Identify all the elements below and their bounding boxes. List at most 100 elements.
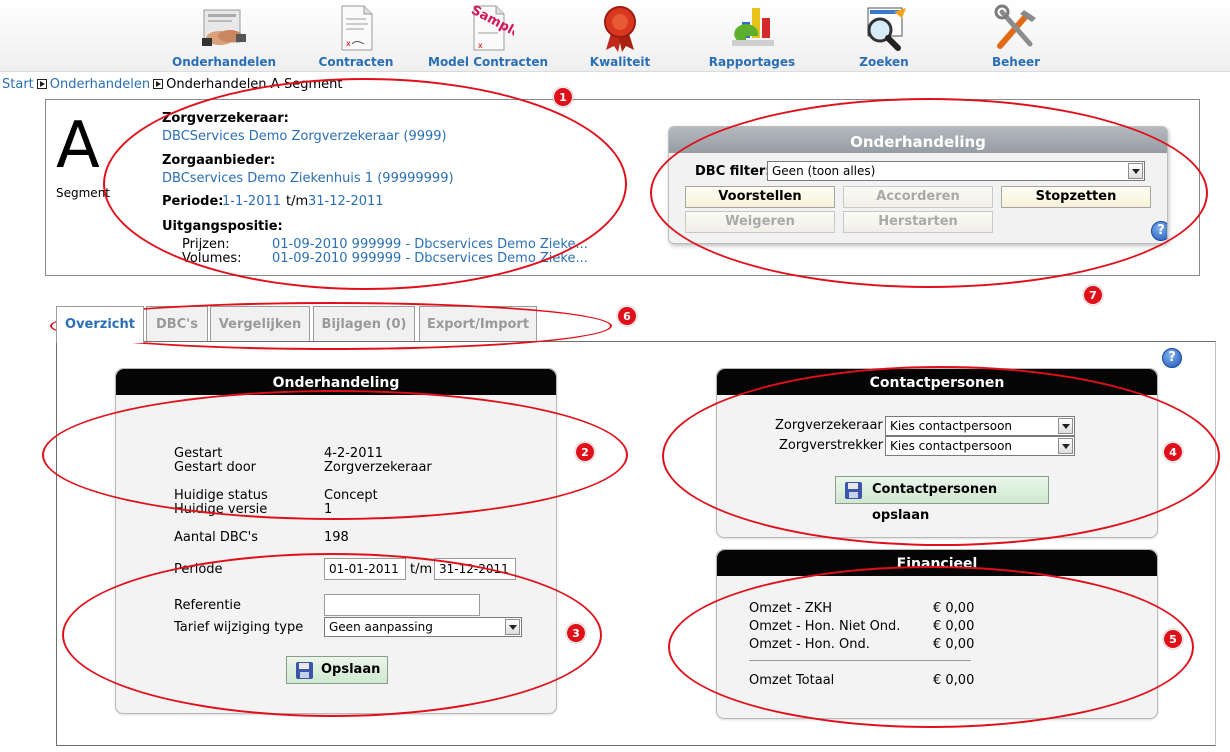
nav-contracten[interactable]: x Contracten: [316, 4, 396, 69]
annotation-marker-7: 7: [1083, 285, 1103, 305]
periode-separator: t/m: [286, 194, 309, 209]
zorgverzekeraar-contact-select[interactable]: Kies contactpersoon: [885, 416, 1075, 436]
zorgverzekeraar-label: Zorgverzekeraar:: [162, 111, 289, 126]
negotiation-header: A Segment Zorgverzekeraar: DBCServices D…: [45, 99, 1200, 276]
total-divider: [749, 660, 971, 661]
tarief-wijziging-label: Tarief wijziging type: [174, 620, 304, 635]
omzet-hon-niet-ond-label: Omzet - Hon. Niet Ond.: [749, 619, 901, 634]
panel-title: Contactpersonen: [717, 369, 1157, 395]
versie-value: 1: [324, 502, 333, 517]
stopzetten-button[interactable]: Stopzetten: [1001, 186, 1151, 208]
chevron-down-icon: [1058, 418, 1073, 434]
zorgverstrekker-contact-value: Kies contactpersoon: [890, 439, 1013, 453]
financieel-panel: Financieel Omzet - ZKH € 0,00 Omzet - Ho…: [716, 549, 1158, 719]
zorgaanbieder-link[interactable]: DBCservices Demo Ziekenhuis 1 (99999999): [162, 171, 454, 186]
chevron-down-icon: [505, 619, 520, 635]
zorgaanbieder-label: Zorgaanbieder:: [162, 153, 276, 168]
zorgverzekeraar-link[interactable]: DBCServices Demo Zorgverzekeraar (9999): [162, 129, 447, 144]
chevron-down-icon: [1058, 438, 1073, 454]
accorderen-button[interactable]: Accorderen: [843, 186, 993, 208]
tab-dbcs[interactable]: DBC's: [146, 306, 208, 342]
periode-from-input[interactable]: 01-01-2011: [324, 558, 406, 580]
periode-label: Periode:: [162, 194, 224, 209]
nav-zoeken[interactable]: Zoeken: [856, 4, 912, 69]
annotation-marker-4: 4: [1163, 442, 1183, 462]
referentie-input[interactable]: [324, 594, 480, 616]
segment-word: Segment: [56, 186, 110, 200]
segment-letter: A: [56, 109, 100, 183]
document-icon: x: [330, 4, 382, 52]
gestart-label: Gestart: [174, 446, 223, 461]
zorgverstrekker-label: Zorgverstrekker: [779, 438, 884, 453]
magnifier-icon: [858, 4, 910, 52]
save-icon: [296, 662, 313, 679]
nav-onderhandelen[interactable]: Onderhandelen: [172, 4, 276, 69]
save-icon: [845, 482, 862, 499]
help-icon[interactable]: ?: [1162, 348, 1182, 368]
periode-to-link[interactable]: 31-12-2011: [308, 194, 384, 209]
omzet-hon-niet-ond-value: € 0,00: [933, 619, 975, 634]
help-icon[interactable]: ?: [1151, 221, 1167, 241]
uitgangspositie-label: Uitgangspositie:: [162, 219, 283, 234]
nav-label: Onderhandelen: [172, 55, 277, 69]
breadcrumb-onderhandelen-link[interactable]: Onderhandelen: [50, 77, 150, 92]
dbc-filter-label: DBC filter:: [695, 164, 771, 179]
annotation-marker-3: 3: [566, 623, 586, 643]
zorgverzekeraar-label: Zorgverzekeraar: [775, 418, 883, 433]
svg-text:x: x: [346, 39, 351, 48]
nav-label: Model Contracten: [428, 55, 549, 69]
nav-model-contracten[interactable]: x Sample Model Contracten: [428, 3, 549, 69]
gestart-door-label: Gestart door: [174, 460, 256, 475]
annotation-marker-5: 5: [1163, 629, 1183, 649]
opslaan-label: Opslaan: [321, 662, 381, 677]
omzet-totaal-value: € 0,00: [933, 673, 975, 688]
periode-separator: t/m: [410, 562, 433, 577]
top-navigation: Onderhandelen x Contracten x Sample Mode…: [0, 0, 1230, 72]
nav-kwaliteit[interactable]: Kwaliteit: [586, 4, 654, 69]
tab-overzicht[interactable]: Overzicht: [56, 306, 144, 343]
omzet-hon-ond-label: Omzet - Hon. Ond.: [749, 637, 870, 652]
prijzen-link[interactable]: 01-09-2010 999999 - Dbcservices Demo Zie…: [272, 237, 588, 252]
weigeren-button[interactable]: Weigeren: [685, 211, 835, 233]
tools-icon: [990, 4, 1042, 52]
tarief-wijziging-select[interactable]: Geen aanpassing: [324, 617, 522, 637]
omzet-zkh-label: Omzet - ZKH: [749, 601, 832, 616]
status-value: Concept: [324, 488, 378, 503]
prijzen-label: Prijzen:: [182, 237, 230, 252]
dbc-filter-value: Geen (toon alles): [772, 164, 876, 178]
nav-label: Rapportages: [708, 55, 796, 69]
omzet-totaal-label: Omzet Totaal: [749, 673, 835, 688]
annotation-marker-6: 6: [617, 306, 637, 326]
nav-label: Kwaliteit: [589, 55, 651, 69]
zorgverstrekker-contact-select[interactable]: Kies contactpersoon: [885, 436, 1075, 456]
tab-vergelijken[interactable]: Vergelijken: [210, 306, 310, 342]
volumes-link[interactable]: 01-09-2010 999999 - Dbcservices Demo Zie…: [272, 251, 588, 266]
tab-bijlagen[interactable]: Bijlagen (0): [313, 306, 415, 342]
tab-export-import[interactable]: Export/Import: [419, 306, 537, 342]
breadcrumb-arrow-icon: [36, 79, 47, 89]
nav-rapportages[interactable]: Rapportages: [708, 4, 796, 69]
nav-label: Zoeken: [859, 55, 909, 69]
annotation-marker-1: 1: [553, 87, 573, 107]
nav-beheer[interactable]: Beheer: [988, 4, 1044, 69]
chart-report-icon: [726, 4, 778, 52]
contactpersonen-opslaan-button[interactable]: Contactpersonen opslaan: [835, 476, 1049, 523]
onderhandeling-overview-panel: Onderhandeling Gestart 4-2-2011 Gestart …: [115, 368, 557, 714]
referentie-label: Referentie: [174, 598, 242, 613]
aantal-dbcs-value: 198: [324, 530, 349, 545]
voorstellen-button[interactable]: Voorstellen: [685, 186, 835, 208]
contactpersonen-opslaan-label: Contactpersonen opslaan: [872, 482, 998, 523]
periode-to-input[interactable]: 31-12-2011: [434, 558, 516, 580]
breadcrumb-start-link[interactable]: Start: [2, 77, 34, 92]
breadcrumb-arrow-icon: [153, 79, 164, 89]
aantal-dbcs-label: Aantal DBC's: [174, 530, 259, 545]
volumes-label: Volumes:: [182, 251, 242, 266]
zorgverzekeraar-contact-value: Kies contactpersoon: [890, 419, 1013, 433]
dbc-filter-select[interactable]: Geen (toon alles): [767, 161, 1145, 181]
tarief-wijziging-value: Geen aanpassing: [329, 620, 433, 634]
breadcrumb-current: Onderhandelen A-Segment: [166, 77, 343, 92]
panel-title: Onderhandeling: [116, 369, 556, 395]
periode-from-link[interactable]: 1-1-2011: [222, 194, 281, 209]
opslaan-button[interactable]: Opslaan: [286, 656, 388, 684]
herstarten-button[interactable]: Herstarten: [843, 211, 993, 233]
